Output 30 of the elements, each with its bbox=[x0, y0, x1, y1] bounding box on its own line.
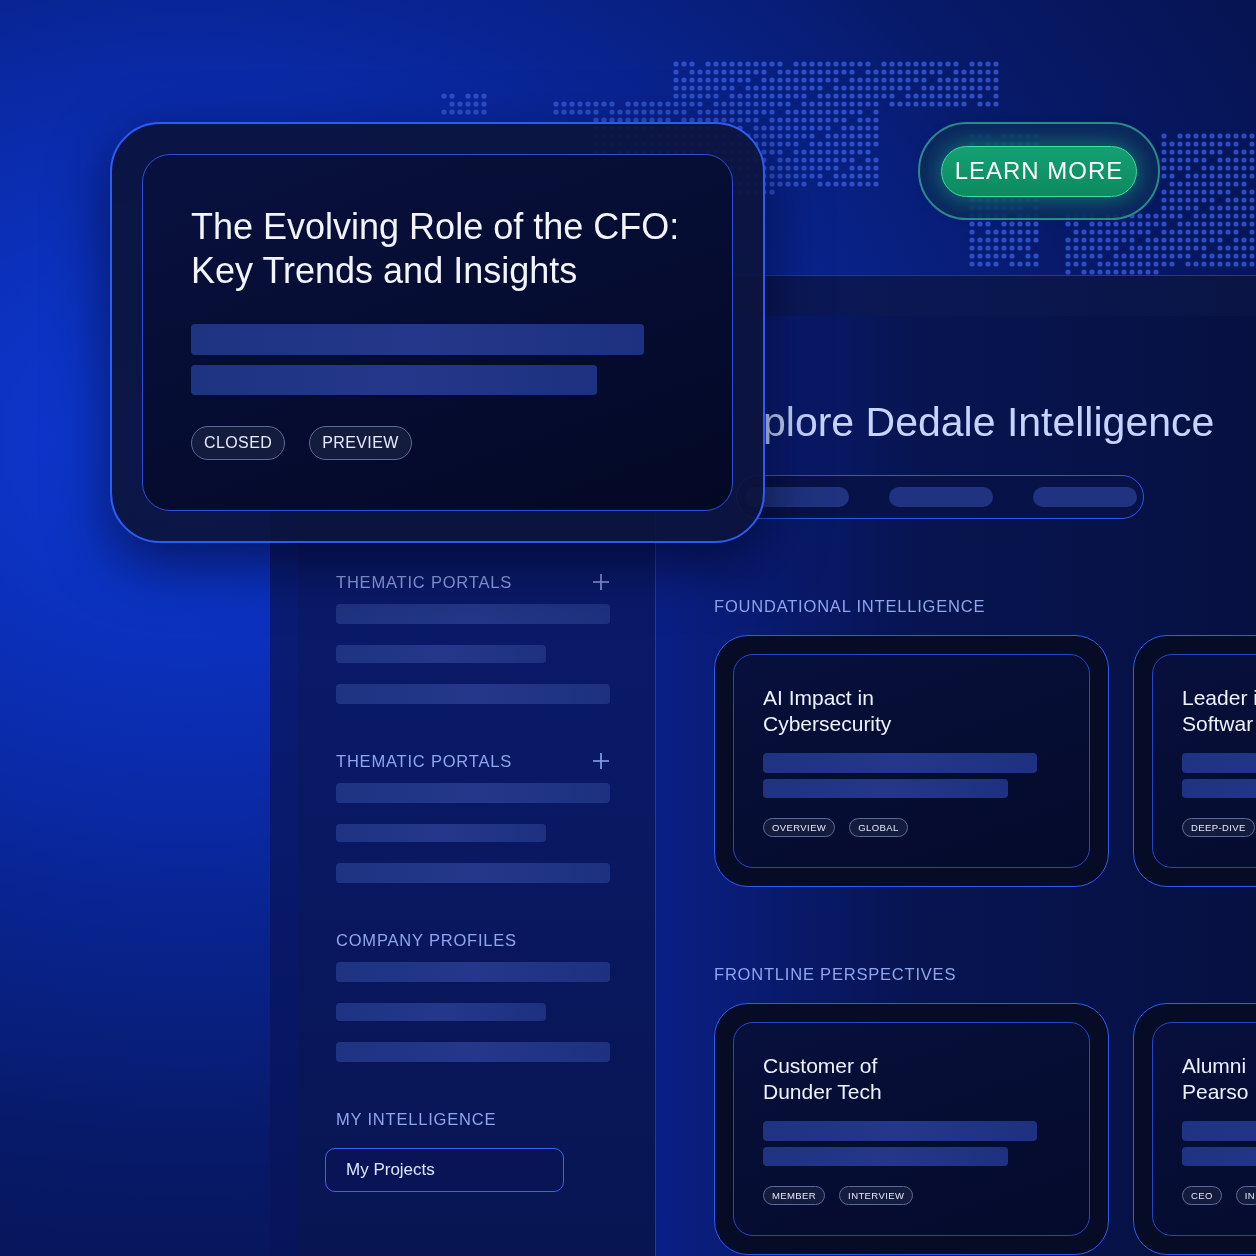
tag: INTERVIEW bbox=[839, 1186, 914, 1205]
plus-icon[interactable] bbox=[592, 573, 610, 591]
tag: CEO bbox=[1182, 1186, 1222, 1205]
page-heading: plore Dedale Intelligence bbox=[763, 398, 1216, 446]
promo-title: The Evolving Role of the CFO: Key Trends and Insights bbox=[191, 205, 681, 293]
intelligence-card[interactable]: AI Impact in Cybersecurity OVERVIEW GLOBAL bbox=[714, 635, 1109, 887]
intelligence-card[interactable]: Leader i Softwar DEEP-DIVE bbox=[1133, 635, 1256, 887]
intelligence-card[interactable]: Alumni Pearso CEO IN bbox=[1133, 1003, 1256, 1255]
tag: IN bbox=[1235, 1186, 1256, 1205]
tag: GLOBAL bbox=[849, 818, 908, 837]
card-title: Leader i Softwar bbox=[1182, 685, 1256, 737]
section-heading: FRONTLINE PERSPECTIVES bbox=[714, 964, 957, 984]
plus-icon[interactable] bbox=[592, 752, 610, 770]
section-heading: FOUNDATIONAL INTELLIGENCE bbox=[714, 596, 986, 616]
section-heading: MY INTELLIGENCE bbox=[336, 1109, 497, 1129]
intelligence-card[interactable]: Customer of Dunder Tech MEMBER INTERVIEW bbox=[714, 1003, 1109, 1255]
section-heading: THEMATIC PORTALS bbox=[336, 572, 512, 592]
section-heading: THEMATIC PORTALS bbox=[336, 751, 512, 771]
tag: CLOSED bbox=[191, 426, 286, 460]
tag: DEEP-DIVE bbox=[1182, 818, 1255, 837]
promo-card[interactable]: The Evolving Role of the CFO: Key Trends and Insights CLOSED PREVIEW bbox=[110, 122, 765, 543]
section-heading: COMPANY PROFILES bbox=[336, 930, 517, 950]
tag: OVERVIEW bbox=[763, 818, 836, 837]
card-title: Alumni Pearso bbox=[1182, 1053, 1250, 1105]
tag: PREVIEW bbox=[309, 426, 412, 460]
card-title: AI Impact in Cybersecurity bbox=[763, 685, 893, 737]
tag: MEMBER bbox=[763, 1186, 826, 1205]
my-projects-button[interactable]: My Projects bbox=[325, 1148, 564, 1192]
card-title: Customer of Dunder Tech bbox=[763, 1053, 883, 1105]
learn-more-button[interactable]: LEARN MORE bbox=[941, 145, 1137, 197]
